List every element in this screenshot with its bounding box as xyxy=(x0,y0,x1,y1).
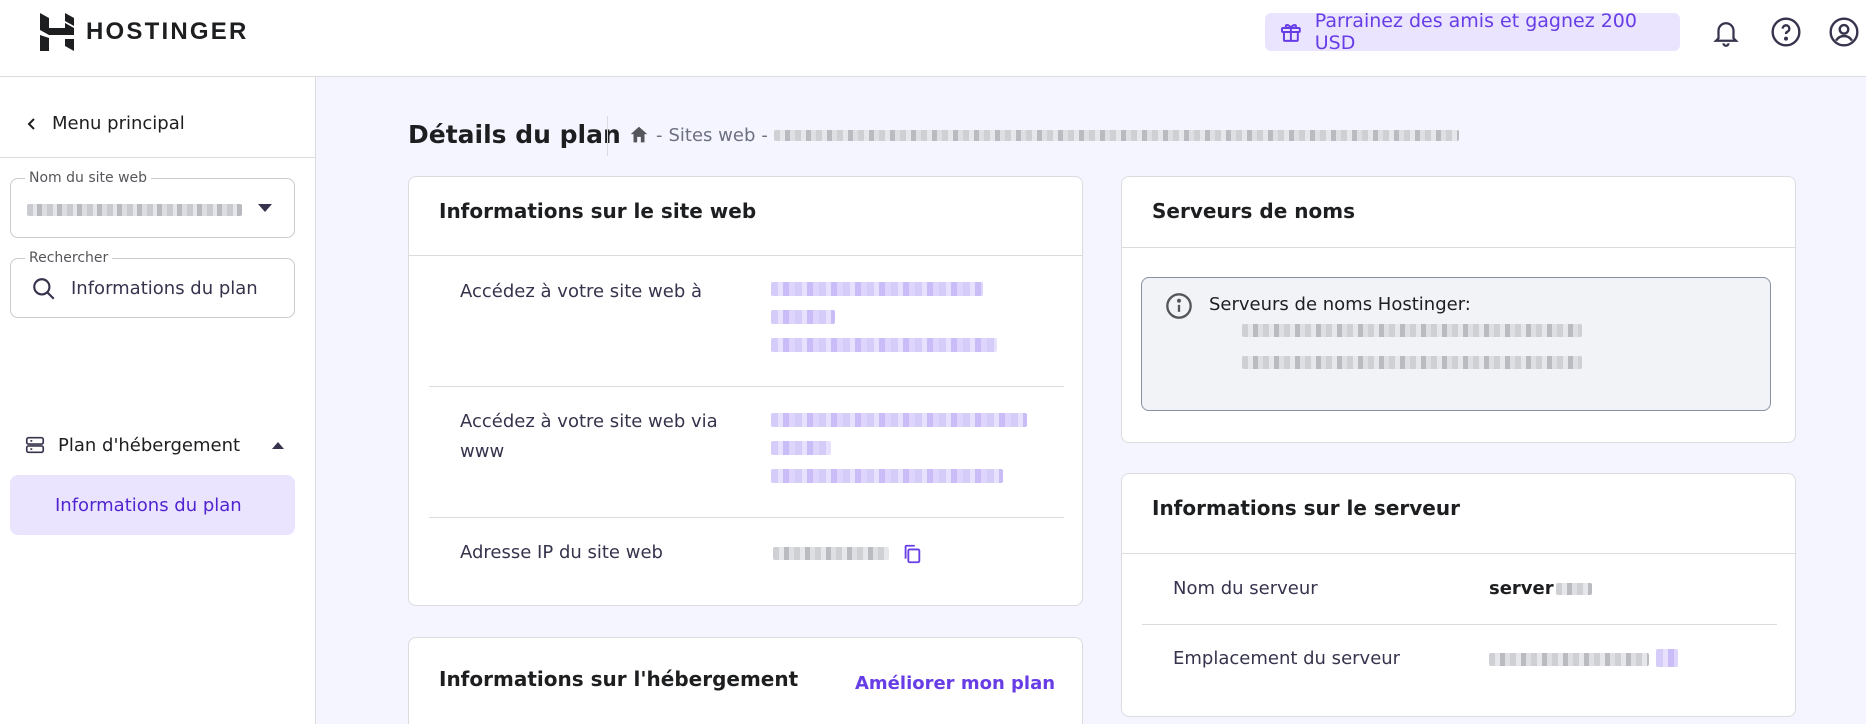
website-info-card: Informations sur le site web Accédez à v… xyxy=(408,176,1083,606)
server-location-flag-redacted xyxy=(1656,649,1678,667)
home-icon[interactable] xyxy=(628,124,650,146)
card-divider xyxy=(1122,553,1795,554)
server-location-redacted xyxy=(1489,653,1649,666)
hosting-plan-label: Plan d'hébergement xyxy=(58,434,241,456)
row-divider xyxy=(429,517,1064,518)
nameservers-info-box: Serveurs de noms Hostinger: xyxy=(1141,277,1771,411)
server-info-title: Informations sur le serveur xyxy=(1152,496,1460,520)
row-label: Emplacement du serveur xyxy=(1173,648,1401,669)
search-label: Rechercher xyxy=(25,250,113,266)
help-icon xyxy=(1771,17,1801,47)
chevron-left-icon xyxy=(27,117,35,130)
sidebar: Menu principal Nom du site web Recherche… xyxy=(0,77,316,724)
sidebar-divider xyxy=(0,157,316,158)
row-label: Nom du serveur xyxy=(1173,578,1318,599)
nameservers-heading: Serveurs de noms Hostinger: xyxy=(1209,294,1471,315)
notifications-button[interactable] xyxy=(1707,13,1745,51)
title-divider xyxy=(607,116,608,156)
breadcrumb-separator: - xyxy=(761,124,768,146)
breadcrumb-sites[interactable]: Sites web xyxy=(669,125,756,146)
hostinger-logo-icon xyxy=(40,13,74,51)
page-title: Détails du plan xyxy=(408,120,621,149)
website-info-title: Informations sur le site web xyxy=(439,199,757,223)
card-divider xyxy=(409,255,1082,256)
top-bar: HOSTINGER Parrainez des amis et gagnez 2… xyxy=(0,0,1866,77)
server-name-value: server xyxy=(1489,578,1592,599)
server-icon xyxy=(25,436,45,454)
breadcrumb: - Sites web - xyxy=(628,124,1459,146)
website-www-url-redacted xyxy=(771,413,1027,483)
back-label: Menu principal xyxy=(52,113,185,134)
caret-down-icon xyxy=(258,204,272,212)
search-input[interactable]: Informations du plan xyxy=(71,278,258,299)
nameservers-title: Serveurs de noms xyxy=(1152,199,1355,223)
referral-button[interactable]: Parrainez des amis et gagnez 200 USD xyxy=(1265,10,1680,54)
gift-icon xyxy=(1280,23,1301,42)
help-button[interactable] xyxy=(1767,13,1805,51)
website-url-redacted xyxy=(771,282,997,352)
hostinger-logo[interactable]: HOSTINGER xyxy=(40,13,248,51)
hosting-info-title: Informations sur l'hébergement xyxy=(439,667,799,691)
row-label: Accédez à votre site web à xyxy=(460,281,703,302)
info-icon xyxy=(1166,293,1192,319)
upgrade-plan-button[interactable]: Améliorer mon plan xyxy=(855,673,1055,694)
account-icon xyxy=(1829,17,1859,47)
sidebar-item-plan-info[interactable]: Informations du plan xyxy=(10,475,295,535)
caret-up-icon xyxy=(272,442,284,449)
hosting-info-card: Informations sur l'hébergement Améliorer… xyxy=(408,637,1083,724)
row-divider xyxy=(429,386,1064,387)
nameserver-1-redacted xyxy=(1242,324,1582,337)
nameservers-card: Serveurs de noms Serveurs de noms Hostin… xyxy=(1121,176,1796,443)
breadcrumb-separator: - xyxy=(656,124,663,146)
breadcrumb-domain-redacted xyxy=(773,129,1459,141)
row-label: Accédez à votre site web via www xyxy=(460,411,718,462)
back-to-main-menu[interactable]: Menu principal xyxy=(24,113,185,134)
account-button[interactable] xyxy=(1825,13,1863,51)
referral-label: Parrainez des amis et gagnez 200 USD xyxy=(1314,10,1637,54)
brand-name: HOSTINGER xyxy=(86,18,249,45)
row-divider xyxy=(1142,624,1777,625)
sidebar-item-label: Informations du plan xyxy=(55,494,242,516)
server-info-card: Informations sur le serveur Nom du serve… xyxy=(1121,473,1796,717)
website-select-label: Nom du site web xyxy=(25,170,152,186)
website-select[interactable]: Nom du site web xyxy=(10,170,295,238)
card-divider xyxy=(1122,247,1795,248)
search-field[interactable]: Rechercher Informations du plan xyxy=(10,250,295,318)
ip-address-redacted xyxy=(773,547,889,560)
hosting-plan-section[interactable]: Plan d'hébergement xyxy=(24,434,284,456)
website-name-redacted xyxy=(27,204,242,216)
nameserver-2-redacted xyxy=(1242,356,1582,369)
row-label: Adresse IP du site web xyxy=(460,542,663,563)
copy-icon[interactable] xyxy=(901,543,923,565)
search-icon xyxy=(33,278,55,300)
bell-icon xyxy=(1713,22,1739,47)
